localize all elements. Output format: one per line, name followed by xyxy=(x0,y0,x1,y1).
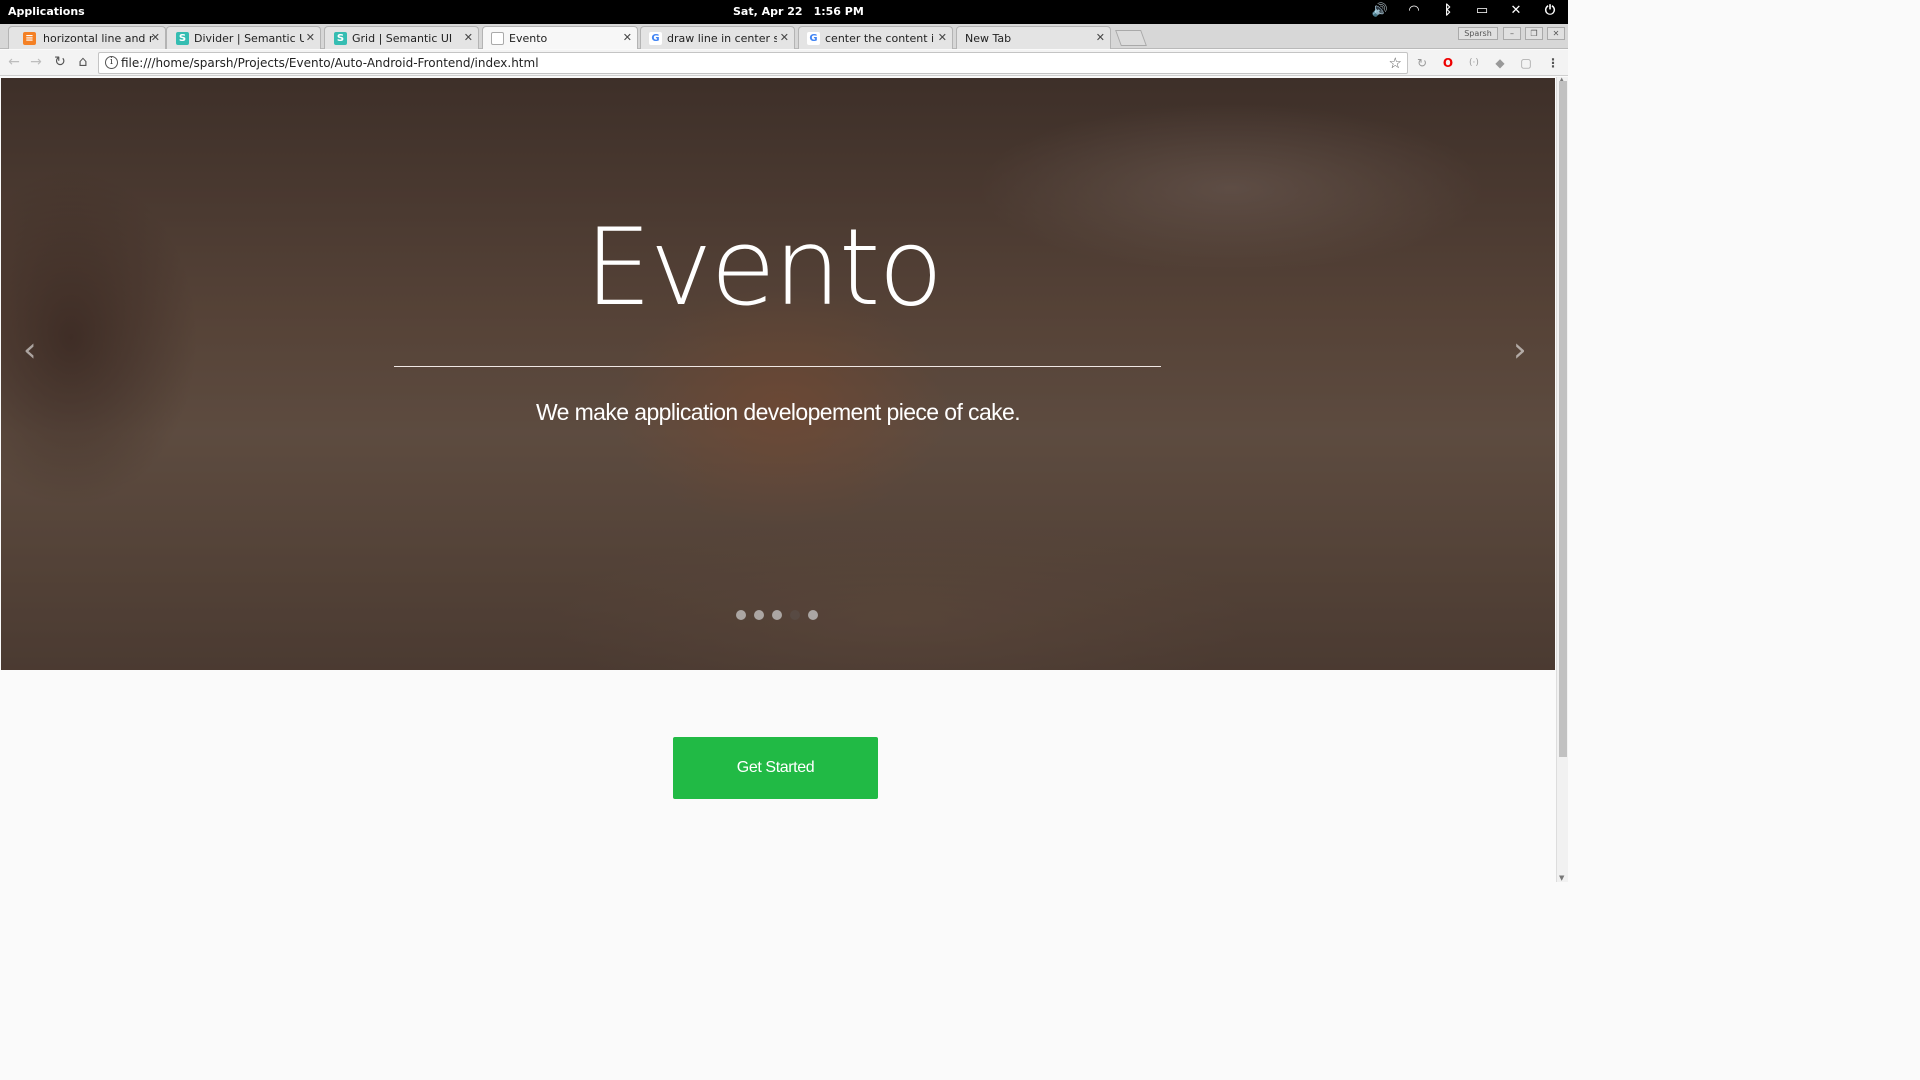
carousel-next-arrow-icon[interactable]: › xyxy=(1513,330,1527,370)
tab-label: Grid | Semantic UI xyxy=(352,32,453,45)
page-viewport: Evento We make application developement … xyxy=(0,77,1556,882)
semantic-ui-icon: S xyxy=(334,32,347,45)
url-text: file:///home/sparsh/Projects/Evento/Auto… xyxy=(121,56,539,70)
tab-grid-semantic-ui[interactable]: S Grid | Semantic UI ✕ xyxy=(324,26,479,49)
shield-icon[interactable]: ◆ xyxy=(1492,55,1508,71)
close-tab-icon[interactable]: ✕ xyxy=(1096,31,1105,44)
tab-label: horizontal line and righ xyxy=(43,32,153,45)
notifications-off-icon[interactable]: ✕ xyxy=(1506,3,1526,18)
hero-subtitle: We make application developement piece o… xyxy=(535,399,1021,425)
applications-menu[interactable]: Applications xyxy=(8,5,85,18)
clock-time: 1:56 PM xyxy=(813,5,864,18)
carousel-dot[interactable] xyxy=(736,610,746,620)
carousel-dot[interactable] xyxy=(808,610,818,620)
profile-button[interactable]: Sparsh xyxy=(1458,27,1498,40)
bookmark-star-icon[interactable]: ☆ xyxy=(1389,54,1402,72)
google-icon: G xyxy=(807,32,820,45)
page-icon xyxy=(491,32,504,45)
tab-divider-semantic-ui[interactable]: S Divider | Semantic UI ✕ xyxy=(166,26,321,49)
reload-icon[interactable]: ↻ xyxy=(52,54,68,70)
clock[interactable]: Sat, Apr 22 1:56 PM xyxy=(733,5,875,18)
volume-icon[interactable]: 🔊 xyxy=(1370,3,1390,18)
close-tab-icon[interactable]: ✕ xyxy=(464,31,473,44)
battery-icon[interactable]: ▭ xyxy=(1472,3,1492,18)
close-tab-icon[interactable]: ✕ xyxy=(151,31,160,44)
hero-image-overlay xyxy=(1,78,1555,670)
info-icon[interactable]: i xyxy=(105,56,118,69)
get-started-button[interactable]: Get Started xyxy=(673,737,878,799)
minimize-button[interactable]: – xyxy=(1503,27,1521,40)
wifi-icon[interactable]: ◠ xyxy=(1404,3,1424,18)
address-bar[interactable]: i file:///home/sparsh/Projects/Evento/Au… xyxy=(98,52,1408,74)
google-icon: G xyxy=(649,32,662,45)
menu-icon[interactable]: ⋮ xyxy=(1545,55,1561,71)
carousel-dot[interactable] xyxy=(790,610,800,620)
tab-label: New Tab xyxy=(965,32,1012,45)
tab-new-tab[interactable]: New Tab ✕ xyxy=(956,26,1111,49)
new-tab-button[interactable] xyxy=(1115,30,1147,46)
close-tab-icon[interactable]: ✕ xyxy=(623,31,632,44)
back-arrow-icon[interactable]: ← xyxy=(6,54,22,70)
opera-icon[interactable]: O xyxy=(1440,55,1456,71)
reload-extension-icon[interactable]: ↻ xyxy=(1414,55,1430,71)
hero-title: Evento xyxy=(584,206,944,329)
system-tray: 🔊 ◠ ᛒ ▭ ✕ ⏻ xyxy=(1370,3,1560,18)
browser-tab-strip: ≡ horizontal line and righ ✕ S Divider |… xyxy=(0,24,1568,49)
carousel-dot[interactable] xyxy=(754,610,764,620)
tab-draw-line[interactable]: G draw line in center sem ✕ xyxy=(640,26,795,49)
close-tab-icon[interactable]: ✕ xyxy=(306,31,315,44)
hero-divider xyxy=(394,366,1161,367)
semantic-ui-icon: S xyxy=(176,32,189,45)
close-window-button[interactable]: ✕ xyxy=(1547,27,1565,40)
carousel-dot[interactable] xyxy=(772,610,782,620)
power-icon[interactable]: ⏻ xyxy=(1540,3,1560,18)
carousel-prev-arrow-icon[interactable]: ‹ xyxy=(23,330,37,370)
home-icon[interactable]: ⌂ xyxy=(75,54,91,70)
stackoverflow-icon: ≡ xyxy=(23,32,36,45)
extension-icon[interactable]: ▢ xyxy=(1518,55,1534,71)
tab-center-content[interactable]: G center the content in di ✕ xyxy=(798,26,953,49)
clock-date: Sat, Apr 22 xyxy=(733,5,803,18)
tab-label: center the content in di xyxy=(825,32,935,45)
tab-label: draw line in center sem xyxy=(667,32,777,45)
vertical-scrollbar[interactable]: ▲ ▼ xyxy=(1556,76,1568,882)
forward-arrow-icon[interactable]: → xyxy=(28,54,44,70)
maximize-button[interactable]: ❐ xyxy=(1525,27,1543,40)
hero-carousel: Evento We make application developement … xyxy=(1,78,1555,670)
browser-toolbar: ← → ↻ ⌂ i file:///home/sparsh/Projects/E… xyxy=(0,50,1568,76)
close-tab-icon[interactable]: ✕ xyxy=(780,31,789,44)
bluetooth-icon[interactable]: ᛒ xyxy=(1438,3,1458,18)
carousel-indicators xyxy=(736,610,818,620)
close-tab-icon[interactable]: ✕ xyxy=(938,31,947,44)
tab-label: Evento xyxy=(509,32,548,45)
scroll-down-icon[interactable]: ▼ xyxy=(1559,874,1564,882)
tab-horizontal-line[interactable]: ≡ horizontal line and righ ✕ xyxy=(8,26,166,49)
cast-icon[interactable]: (·) xyxy=(1466,55,1482,71)
scrollbar-thumb[interactable] xyxy=(1559,81,1567,757)
tab-label: Divider | Semantic UI xyxy=(194,32,304,45)
system-top-bar: Applications Sat, Apr 22 1:56 PM 🔊 ◠ ᛒ ▭ … xyxy=(0,0,1568,24)
tab-evento[interactable]: Evento ✕ xyxy=(482,26,638,49)
